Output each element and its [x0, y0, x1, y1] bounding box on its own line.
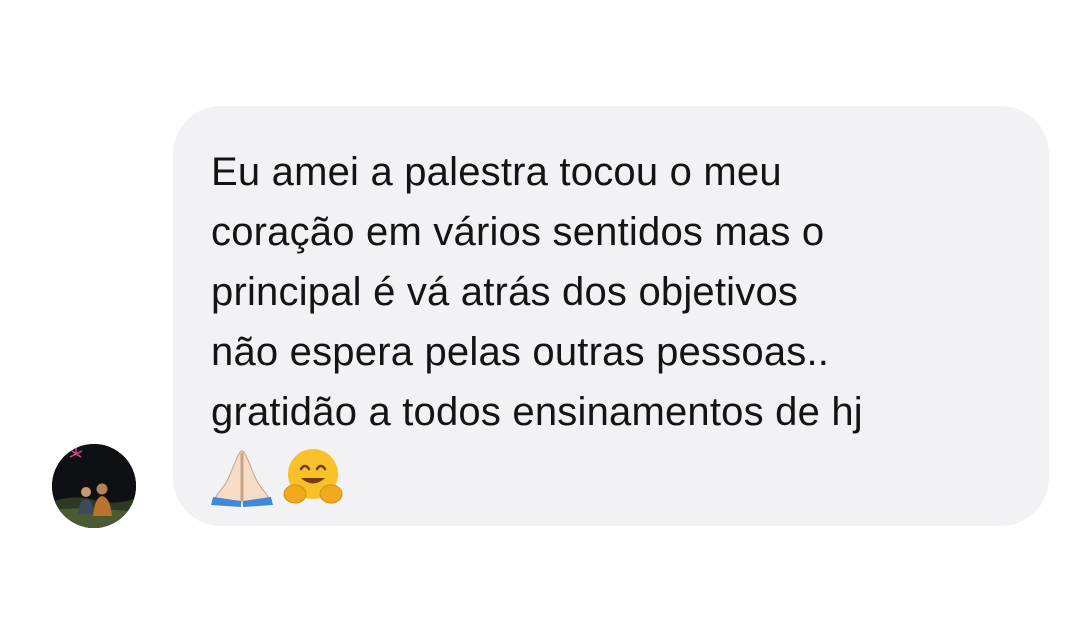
- avatar[interactable]: [52, 444, 136, 528]
- message-line: principal é vá atrás dos objetivos: [211, 270, 799, 314]
- folded-hands-icon: [211, 449, 273, 507]
- message-line: Eu amei a palestra tocou o meu: [211, 150, 782, 194]
- emoji-row: [211, 446, 1009, 508]
- avatar-photo: [52, 444, 136, 528]
- message-line: gratidão a todos ensinamentos de hj: [211, 390, 863, 434]
- message-line: coração em vários sentidos mas o: [211, 210, 825, 254]
- message-line: não espera pelas outras pessoas..: [211, 330, 830, 374]
- message-text: Eu amei a palestra tocou o meu coração e…: [211, 142, 1009, 442]
- chat-screen: Eu amei a palestra tocou o meu coração e…: [0, 0, 1070, 624]
- message-bubble[interactable]: Eu amei a palestra tocou o meu coração e…: [173, 106, 1049, 526]
- hugging-face-icon: [283, 449, 343, 504]
